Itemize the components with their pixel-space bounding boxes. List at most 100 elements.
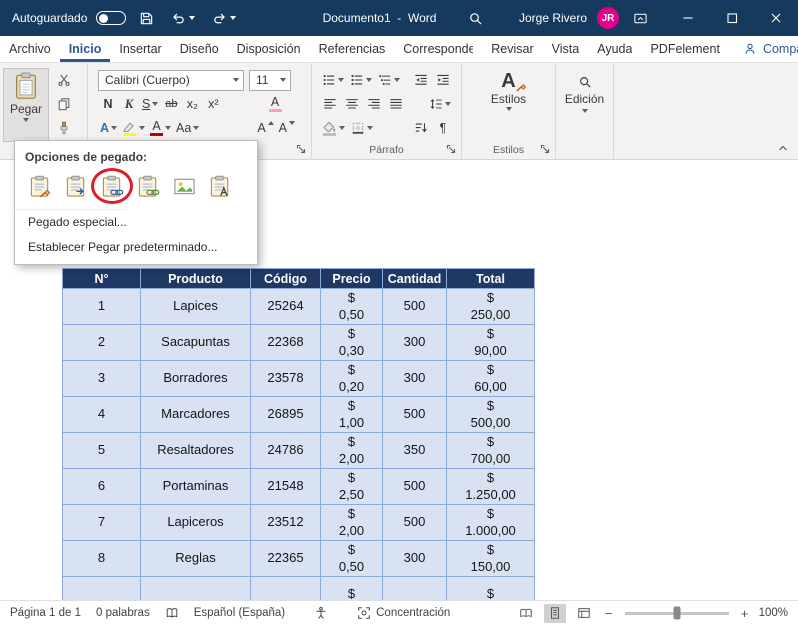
table-cell[interactable] bbox=[140, 576, 251, 600]
collapse-ribbon-button[interactable] bbox=[774, 141, 792, 155]
tab-revisar[interactable]: Revisar bbox=[482, 36, 542, 62]
proofing-status-button[interactable] bbox=[165, 606, 179, 620]
table-cell[interactable]: $ 1,00 bbox=[320, 396, 383, 433]
paste-option-keep-text-only[interactable] bbox=[205, 172, 235, 200]
tab-inicio[interactable]: Inicio bbox=[60, 36, 111, 62]
table-cell[interactable]: $ 0,50 bbox=[320, 540, 383, 577]
table-cell[interactable]: Borradores bbox=[140, 360, 251, 397]
tab-referencias[interactable]: Referencias bbox=[310, 36, 395, 62]
tab-vista[interactable]: Vista bbox=[543, 36, 589, 62]
table-cell[interactable] bbox=[62, 576, 141, 600]
table-cell[interactable]: 26895 bbox=[250, 396, 321, 433]
table-cell[interactable]: 4 bbox=[62, 396, 141, 433]
table-cell[interactable]: 23512 bbox=[250, 504, 321, 541]
table-header-cell[interactable]: Código bbox=[250, 268, 321, 289]
zoom-level[interactable]: 100% bbox=[759, 607, 788, 619]
table-cell[interactable]: $ 90,00 bbox=[446, 324, 535, 361]
paste-option-picture[interactable] bbox=[169, 172, 199, 200]
table-cell[interactable]: Lapices bbox=[140, 288, 251, 325]
ribbon-display-options-button[interactable] bbox=[629, 8, 652, 29]
change-case-button[interactable]: Aa bbox=[174, 118, 201, 139]
paste-option-link-use-destination-styles[interactable] bbox=[133, 172, 163, 200]
highlight-color-button[interactable] bbox=[120, 118, 147, 139]
zoom-out-button[interactable]: − bbox=[602, 606, 616, 621]
table-cell[interactable]: Lapiceros bbox=[140, 504, 251, 541]
web-layout-button[interactable] bbox=[573, 604, 595, 623]
table-cell[interactable]: 300 bbox=[382, 360, 447, 397]
table-cell[interactable]: Marcadores bbox=[140, 396, 251, 433]
table-cell[interactable]: 25264 bbox=[250, 288, 321, 325]
table-cell[interactable] bbox=[250, 576, 321, 600]
table-cell[interactable]: $ 60,00 bbox=[446, 360, 535, 397]
table-cell[interactable]: $ 2,00 bbox=[320, 504, 383, 541]
table-cell[interactable]: $ 700,00 bbox=[446, 432, 535, 469]
font-size-select[interactable]: 11 bbox=[249, 69, 291, 91]
editing-button[interactable]: Edición bbox=[556, 68, 613, 113]
paste-button[interactable]: Pegar bbox=[3, 68, 49, 142]
table-cell[interactable]: 500 bbox=[382, 468, 447, 505]
table-cell[interactable]: 6 bbox=[62, 468, 141, 505]
table-cell[interactable]: 500 bbox=[382, 396, 447, 433]
table-header-cell[interactable]: Producto bbox=[140, 268, 251, 289]
table-cell[interactable]: $ 2,50 bbox=[320, 468, 383, 505]
table-cell[interactable]: Reglas bbox=[140, 540, 251, 577]
copy-button[interactable] bbox=[52, 93, 76, 114]
autosave-toggle[interactable] bbox=[96, 11, 127, 25]
align-left-button[interactable] bbox=[320, 94, 340, 115]
increase-indent-button[interactable] bbox=[433, 70, 453, 91]
line-spacing-button[interactable] bbox=[427, 94, 453, 115]
accessibility-button[interactable] bbox=[314, 606, 328, 620]
font-name-select[interactable]: Calibri (Cuerpo) bbox=[98, 69, 244, 91]
tab-disposicion[interactable]: Disposición bbox=[228, 36, 310, 62]
search-button[interactable] bbox=[464, 8, 487, 29]
clear-formatting-button[interactable]: A bbox=[265, 94, 285, 115]
table-cell[interactable]: 500 bbox=[382, 504, 447, 541]
table-cell[interactable]: Resaltadores bbox=[140, 432, 251, 469]
table-cell[interactable]: Portaminas bbox=[140, 468, 251, 505]
tab-correspondencia[interactable]: Correspondencia bbox=[394, 36, 482, 62]
table-cell[interactable]: 500 bbox=[382, 288, 447, 325]
user-name[interactable]: Jorge Rivero bbox=[519, 11, 587, 25]
zoom-in-button[interactable]: + bbox=[738, 606, 752, 621]
undo-button[interactable] bbox=[167, 8, 199, 29]
word-count[interactable]: 0 palabras bbox=[96, 607, 150, 619]
zoom-slider-thumb[interactable] bbox=[673, 606, 681, 620]
table-cell[interactable]: $ 150,00 bbox=[446, 540, 535, 577]
table-cell[interactable]: $ 2,00 bbox=[320, 432, 383, 469]
grow-font-button[interactable]: A bbox=[255, 118, 275, 139]
format-painter-button[interactable] bbox=[52, 117, 76, 138]
paragraph-dialog-launcher[interactable] bbox=[444, 142, 458, 155]
justify-button[interactable] bbox=[386, 94, 406, 115]
table-cell[interactable]: $ 250,00 bbox=[446, 288, 535, 325]
table-cell[interactable]: 3 bbox=[62, 360, 141, 397]
table-cell[interactable]: 7 bbox=[62, 504, 141, 541]
table-cell[interactable]: $ 0,50 bbox=[320, 288, 383, 325]
underline-button[interactable]: S bbox=[140, 94, 160, 115]
paste-option-keep-source-formatting[interactable] bbox=[25, 172, 55, 200]
numbering-button[interactable] bbox=[348, 70, 374, 91]
borders-button[interactable] bbox=[349, 118, 375, 139]
focus-mode-button[interactable]: Concentración bbox=[357, 606, 450, 620]
tab-pdfelement[interactable]: PDFelement bbox=[641, 36, 728, 62]
table-header-cell[interactable]: Precio bbox=[320, 268, 383, 289]
paste-special-menu-item[interactable]: Pegado especial... bbox=[15, 209, 127, 234]
italic-button[interactable]: K bbox=[119, 94, 139, 115]
table-cell[interactable]: 23578 bbox=[250, 360, 321, 397]
shrink-font-button[interactable]: A bbox=[277, 118, 297, 139]
font-dialog-launcher[interactable] bbox=[294, 142, 308, 155]
sort-button[interactable] bbox=[411, 118, 431, 139]
tab-ayuda[interactable]: Ayuda bbox=[588, 36, 641, 62]
show-formatting-marks-button[interactable]: ¶ bbox=[433, 118, 453, 139]
table-cell[interactable]: $ bbox=[446, 576, 535, 600]
paste-option-link-keep-source-formatting[interactable] bbox=[91, 168, 133, 204]
table-cell[interactable]: 2 bbox=[62, 324, 141, 361]
set-default-paste-menu-item[interactable]: Establecer Pegar predeterminado... bbox=[15, 234, 217, 259]
table-cell[interactable]: $ 1.000,00 bbox=[446, 504, 535, 541]
font-color-button[interactable]: A bbox=[148, 118, 173, 139]
shading-button[interactable] bbox=[320, 118, 347, 139]
styles-dialog-launcher[interactable] bbox=[538, 142, 552, 155]
table-cell[interactable]: 21548 bbox=[250, 468, 321, 505]
table-cell[interactable]: Sacapuntas bbox=[140, 324, 251, 361]
table-cell[interactable]: $ 0,30 bbox=[320, 324, 383, 361]
decrease-indent-button[interactable] bbox=[411, 70, 431, 91]
